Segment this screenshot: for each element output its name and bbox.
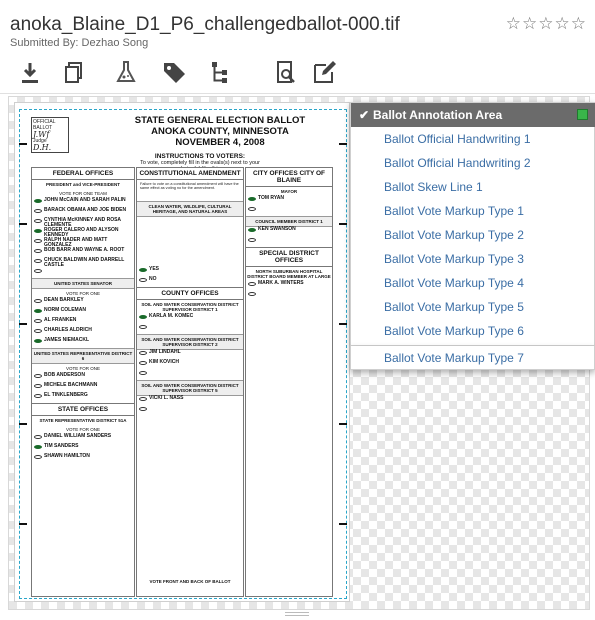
- toolbar: [0, 54, 595, 94]
- menu-item-ballot-annotation-area[interactable]: ✔ Ballot Annotation Area: [351, 103, 595, 127]
- menu-item-vote-markup-2[interactable]: Ballot Vote Markup Type 2: [351, 223, 595, 247]
- constitutional-amendment-column: CONSTITUTIONAL AMENDMENT Failure to vote…: [136, 167, 244, 597]
- copy-icon[interactable]: [58, 58, 86, 86]
- menu-item-official-handwriting-2[interactable]: Ballot Official Handwriting 2: [351, 151, 595, 175]
- menu-item-vote-markup-6[interactable]: Ballot Vote Markup Type 6: [351, 319, 595, 343]
- resize-handle[interactable]: [285, 612, 309, 616]
- ballot-image: OFFICIAL BALLOT J.Wf Judge D.H. STATE GE…: [14, 102, 350, 602]
- check-icon: ✔: [359, 108, 370, 122]
- download-icon[interactable]: [16, 58, 44, 86]
- annotation-type-menu: ✔ Ballot Annotation Area Ballot Official…: [350, 102, 595, 346]
- federal-offices-column: FEDERAL OFFICES PRESIDENT and VICE-PRESI…: [31, 167, 135, 597]
- search-document-icon[interactable]: [272, 58, 300, 86]
- menu-item-vote-markup-5[interactable]: Ballot Vote Markup Type 5: [351, 295, 595, 319]
- document-header: anoka_Blaine_D1_P6_challengedballot-000.…: [0, 0, 595, 50]
- edit-icon[interactable]: [310, 58, 338, 86]
- menu-item-vote-markup-7[interactable]: Ballot Vote Markup Type 7: [350, 346, 595, 370]
- submitted-by: Submitted By: Dezhao Song: [10, 37, 149, 49]
- ballot-footer-note: VOTE FRONT AND BACK OF BALLOT: [149, 579, 231, 584]
- rating-stars[interactable]: ☆☆☆☆☆: [506, 14, 587, 34]
- city-offices-column: CITY OFFICES CITY OF BLAINE MAYOR TOM RY…: [245, 167, 333, 597]
- menu-item-vote-markup-1[interactable]: Ballot Vote Markup Type 1: [351, 199, 595, 223]
- menu-item-vote-markup-3[interactable]: Ballot Vote Markup Type 3: [351, 247, 595, 271]
- judge-signature-2: D.H.: [33, 143, 52, 152]
- menu-item-vote-markup-4[interactable]: Ballot Vote Markup Type 4: [351, 271, 595, 295]
- flask-icon[interactable]: [112, 58, 140, 86]
- menu-item-official-handwriting-1[interactable]: Ballot Official Handwriting 1: [351, 127, 595, 151]
- tag-icon[interactable]: [160, 58, 188, 86]
- hierarchy-icon[interactable]: [208, 58, 236, 86]
- official-stamp: OFFICIAL BALLOT J.Wf Judge D.H.: [31, 117, 69, 153]
- document-title: anoka_Blaine_D1_P6_challengedballot-000.…: [10, 14, 400, 35]
- color-swatch-icon: [577, 109, 588, 120]
- menu-item-skew-line-1[interactable]: Ballot Skew Line 1: [351, 175, 595, 199]
- ballot-title: STATE GENERAL ELECTION BALLOT ANOKA COUN…: [134, 115, 306, 148]
